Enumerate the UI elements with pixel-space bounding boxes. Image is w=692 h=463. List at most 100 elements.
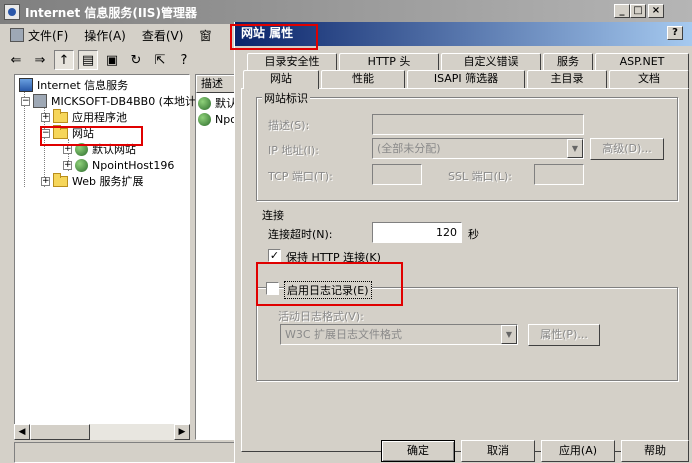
show-tree-icon[interactable]: ▤ xyxy=(78,50,98,70)
list-item[interactable]: Npo xyxy=(198,111,237,127)
log-format-label: 活动日志格式(V): xyxy=(278,310,364,323)
maximize-button[interactable]: □ xyxy=(630,4,646,18)
iis-titlebar: Internet 信息服务(IIS)管理器 _ □ × xyxy=(0,0,692,24)
tree-pane[interactable]: Internet 信息服务 − MICKSOFT-DB4BB0 (本地计 + 应… xyxy=(14,74,196,440)
folder-icon xyxy=(53,172,68,187)
tab-documents[interactable]: 文档 xyxy=(609,70,689,88)
iis-app-icon xyxy=(4,4,20,20)
tab-isapi-filters[interactable]: ISAPI 筛选器 xyxy=(407,70,525,88)
tab-label: 主目录 xyxy=(550,72,584,85)
log-properties-button[interactable]: 属性(P)... xyxy=(528,324,600,346)
keepalive-label: 保持 HTTP 连接(K) xyxy=(286,251,381,264)
app-menu-icon xyxy=(10,28,24,42)
export-icon[interactable]: ⇱ xyxy=(150,50,170,70)
tab-label: 目录安全性 xyxy=(264,55,320,68)
tree-item-default-site[interactable]: + 默认网站 xyxy=(63,141,136,157)
tcp-port-label: TCP 端口(T): xyxy=(268,170,333,183)
scroll-left-icon[interactable]: ◀ xyxy=(14,424,30,440)
forward-icon[interactable]: ⇒ xyxy=(30,50,50,70)
group-legend: 网站标识 xyxy=(262,90,310,106)
expand-icon[interactable]: + xyxy=(63,144,72,154)
connection-timeout-label: 连接超时(N): xyxy=(268,228,333,241)
tree-item-label: 网站 xyxy=(72,127,94,140)
tree-item-web-ext[interactable]: + Web 服务扩展 xyxy=(41,172,143,189)
menu-view[interactable]: 查看(V) xyxy=(134,25,192,45)
folder-open-icon xyxy=(53,124,68,139)
tree-item-npoint-site[interactable]: + NpointHost196 xyxy=(63,157,174,173)
collapse-icon[interactable]: − xyxy=(21,96,30,106)
iis-window-title: Internet 信息服务(IIS)管理器 xyxy=(25,5,197,20)
description-field[interactable] xyxy=(372,114,584,135)
list-pane[interactable]: 描述 默认 Npo xyxy=(195,74,238,440)
chevron-down-icon[interactable]: ▼ xyxy=(567,139,583,158)
collapse-icon[interactable]: − xyxy=(41,128,50,138)
refresh-icon[interactable]: ↻ xyxy=(126,50,146,70)
cancel-button[interactable]: 取消 xyxy=(461,440,535,462)
menu-action[interactable]: 操作(A) xyxy=(76,25,134,45)
help-icon[interactable]: ? xyxy=(174,50,194,70)
iis-root-icon xyxy=(19,78,33,92)
folder-icon xyxy=(53,108,68,123)
dialog-title: 网站 属性 xyxy=(241,26,294,40)
website-properties-dialog: 网站 属性 ? 目录安全性 HTTP 头 自定义错误 服务 ASP.NET 网站… xyxy=(234,22,692,463)
scroll-right-icon[interactable]: ▶ xyxy=(174,424,190,440)
tab-directory-security[interactable]: 目录安全性 xyxy=(247,53,337,71)
tree-item-websites[interactable]: − 网站 xyxy=(41,124,94,141)
tab-aspnet[interactable]: ASP.NET xyxy=(595,53,689,71)
minimize-button[interactable]: _ xyxy=(614,4,630,18)
list-header-description[interactable]: 描述 xyxy=(196,75,238,93)
tcp-port-field[interactable] xyxy=(372,164,422,185)
tree-item-iis-root[interactable]: Internet 信息服务 xyxy=(19,77,128,93)
up-folder-icon[interactable]: ↑ xyxy=(54,50,74,70)
close-button[interactable]: × xyxy=(648,4,664,18)
tab-label: 自定义错误 xyxy=(463,55,519,68)
scroll-thumb[interactable] xyxy=(30,424,90,440)
website-globe-icon xyxy=(198,96,211,110)
tab-label: HTTP 头 xyxy=(367,55,411,68)
back-icon[interactable]: ⇐ xyxy=(6,50,26,70)
menu-window[interactable]: 窗 xyxy=(191,25,219,45)
help-button[interactable]: 帮助 xyxy=(621,440,689,462)
tab-home-directory[interactable]: 主目录 xyxy=(527,70,607,88)
tree-horizontal-scrollbar[interactable]: ◀ ▶ xyxy=(14,424,190,440)
expand-icon[interactable]: + xyxy=(41,112,50,122)
log-format-value: W3C 扩展日志文件格式 xyxy=(285,328,403,341)
menu-window-label: 窗 xyxy=(199,28,212,43)
tree-item-label: 应用程序池 xyxy=(72,111,127,124)
ip-address-select[interactable]: (全部未分配) ▼ xyxy=(372,138,584,159)
apply-button[interactable]: 应用(A) xyxy=(541,440,615,462)
tab-service[interactable]: 服务 xyxy=(543,53,593,71)
tab-panel-website: 网站标识 描述(S): IP 地址(I): (全部未分配) ▼ 高级(D)...… xyxy=(241,88,689,452)
expand-icon[interactable]: + xyxy=(63,160,72,170)
help-context-button[interactable]: ? xyxy=(667,26,683,40)
status-bar xyxy=(14,442,236,463)
menu-view-label: 查看(V) xyxy=(141,28,184,43)
properties-icon[interactable]: ▣ xyxy=(102,50,122,70)
website-globe-icon xyxy=(75,142,88,156)
dialog-footer: 确定 取消 应用(A) 帮助 xyxy=(235,438,692,463)
connection-timeout-field[interactable]: 120 xyxy=(372,222,462,243)
list-item[interactable]: 默认 xyxy=(198,95,237,111)
chevron-down-icon[interactable]: ▼ xyxy=(501,325,517,344)
tree-item-server[interactable]: − MICKSOFT-DB4BB0 (本地计 xyxy=(21,93,196,109)
tree-item-app-pools[interactable]: + 应用程序池 xyxy=(41,108,127,125)
enable-logging-checkbox[interactable] xyxy=(266,282,279,295)
ssl-port-label: SSL 端口(L): xyxy=(448,170,513,183)
tab-custom-errors[interactable]: 自定义错误 xyxy=(441,53,541,71)
keepalive-checkbox[interactable]: ✓ xyxy=(268,249,281,262)
tab-label: 性能 xyxy=(352,72,374,85)
log-format-select[interactable]: W3C 扩展日志文件格式 ▼ xyxy=(280,324,518,345)
ssl-port-field[interactable] xyxy=(534,164,584,185)
connection-legend: 连接 xyxy=(262,209,284,222)
expand-icon[interactable]: + xyxy=(41,176,50,186)
tab-website[interactable]: 网站 xyxy=(243,70,319,89)
tab-label: ISAPI 筛选器 xyxy=(433,72,499,85)
menu-file[interactable]: 文件(F) xyxy=(2,25,76,45)
enable-logging-label: 启用日志记录(E) xyxy=(284,281,372,299)
tab-http-headers[interactable]: HTTP 头 xyxy=(339,53,439,71)
ok-button[interactable]: 确定 xyxy=(381,440,455,462)
tab-performance[interactable]: 性能 xyxy=(321,70,405,88)
menu-file-label: 文件(F) xyxy=(28,28,69,43)
advanced-button[interactable]: 高级(D)... xyxy=(590,138,664,160)
tab-label: 网站 xyxy=(270,72,292,85)
